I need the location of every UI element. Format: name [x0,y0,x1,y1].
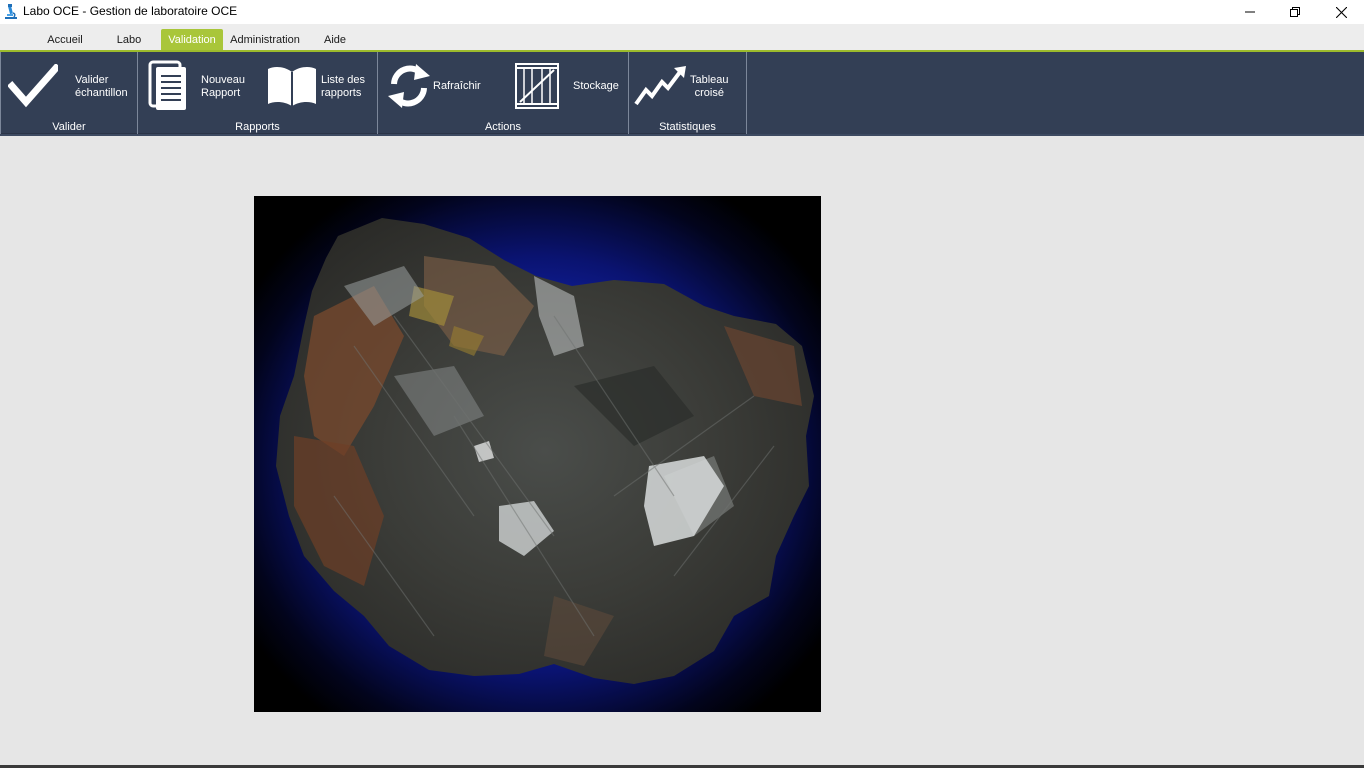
mineral-rock [276,218,814,684]
rafraichir-label: Rafraîchir [433,80,481,92]
mineral-specimen-image [254,196,821,712]
microscope-icon [4,4,18,20]
rafraichir-button[interactable]: Rafraîchir [382,56,492,118]
restore-button[interactable] [1272,0,1318,24]
group-label-rapports: Rapports [235,121,280,133]
ribbon-bottom-border [0,134,1364,136]
tableau-croise-label: Tableau croisé [690,74,729,99]
tab-accueil[interactable]: Accueil [40,29,90,50]
nouveau-rapport-button[interactable]: Nouveau Rapport [142,56,252,118]
stockage-label: Stockage [573,80,619,92]
tab-validation[interactable]: Validation [161,29,223,50]
group-label-statistiques: Statistiques [659,121,716,133]
tableau-croise-button[interactable]: Tableau croisé [632,56,744,118]
minimize-button[interactable] [1227,0,1273,24]
close-button[interactable] [1318,0,1364,24]
title-bar: Labo OCE - Gestion de laboratoire OCE [0,0,1364,24]
stockage-button[interactable]: Stockage [510,56,624,118]
close-icon [1335,6,1347,18]
liste-des-rapports-label: Liste des rapports [321,74,366,99]
nouveau-rapport-label: Nouveau Rapport [201,74,246,99]
valider-echantillon-button[interactable]: Valider échantillon [4,56,134,118]
ribbon-empty-area [747,52,1364,134]
tab-administration[interactable]: Administration [226,29,304,50]
group-label-valider: Valider [52,121,86,133]
minimize-icon [1245,7,1255,17]
liste-des-rapports-button[interactable]: Liste des rapports [262,56,372,118]
valider-echantillon-label: Valider échantillon [75,74,128,99]
window-title: Labo OCE - Gestion de laboratoire OCE [23,4,238,18]
tab-aide[interactable]: Aide [318,29,352,50]
restore-icon [1290,7,1300,17]
group-label-actions: Actions [484,121,522,133]
tab-labo[interactable]: Labo [110,29,148,50]
ribbon-separator [746,52,747,134]
